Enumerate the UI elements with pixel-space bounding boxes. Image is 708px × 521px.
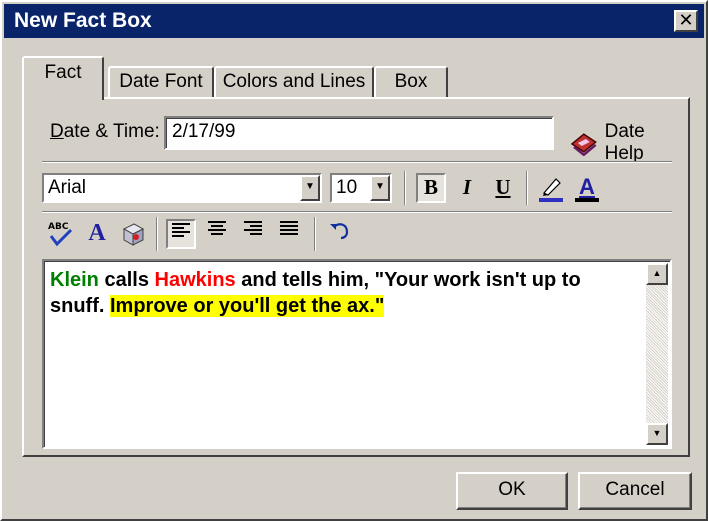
undo-button[interactable] [324, 219, 354, 249]
font-color-button[interactable]: A [572, 173, 602, 203]
font-color-glyph: A [579, 174, 595, 199]
justify-icon [280, 221, 298, 235]
name-hawkins: Hawkins [154, 269, 236, 291]
new-fact-box-dialog: New Fact Box ✕ Fact Date Font Colors and… [0, 0, 708, 521]
tab-colors-and-lines[interactable]: Colors and Lines [214, 66, 374, 98]
date-help-label: Date Help [604, 121, 645, 164]
font-size-value: 10 [336, 177, 358, 198]
highlighted-text: Improve or you'll get the ax." [110, 295, 385, 317]
paint-box-icon [122, 223, 145, 246]
scroll-down-icon[interactable]: ▼ [646, 423, 668, 445]
justify-button[interactable] [274, 219, 304, 249]
toolbar-separator [526, 171, 528, 205]
window-title: New Fact Box [14, 9, 152, 32]
toolbar-separator [156, 217, 158, 251]
spell-check-icon: ABC [48, 222, 73, 247]
underline-button[interactable]: U [488, 173, 518, 203]
toolbar-separator [404, 171, 406, 205]
tab-date-font[interactable]: Date Font [108, 66, 214, 98]
svg-text:ABC: ABC [48, 222, 69, 232]
font-name-value: Arial [48, 177, 87, 198]
undo-icon [330, 223, 349, 240]
highlighter-icon [539, 178, 563, 202]
text-segment: calls [98, 269, 155, 291]
align-center-button[interactable] [202, 219, 232, 249]
font-size-dropdown[interactable]: 10 ▼ [330, 173, 392, 203]
spell-check-button[interactable]: ABC [46, 219, 76, 249]
align-left-button[interactable] [166, 219, 196, 249]
italic-button[interactable]: I [452, 173, 482, 203]
chevron-down-icon[interactable]: ▼ [300, 175, 320, 201]
close-icon[interactable]: ✕ [674, 10, 698, 32]
font-button[interactable]: A [82, 219, 112, 249]
fact-text-editor[interactable]: Klein calls Hawkins and tells him, "Your… [42, 259, 672, 449]
fact-panel: Date & Time: 2/17/99 Date Help Arial ▼ 1… [22, 97, 690, 457]
title-bar: New Fact Box ✕ [4, 4, 704, 38]
divider [42, 211, 672, 213]
vertical-scrollbar[interactable]: ▲ ▼ [646, 263, 668, 445]
date-help-button[interactable]: Date Help [569, 121, 688, 165]
box-style-button[interactable] [118, 219, 148, 249]
align-center-icon [208, 221, 226, 235]
date-time-field[interactable]: 2/17/99 [164, 116, 554, 150]
fact-text[interactable]: Klein calls Hawkins and tells him, "Your… [50, 267, 640, 319]
tab-box[interactable]: Box [374, 66, 448, 98]
align-right-button[interactable] [238, 219, 268, 249]
cancel-button[interactable]: Cancel [578, 472, 692, 510]
scroll-up-icon[interactable]: ▲ [646, 263, 668, 285]
color-swatch [575, 198, 599, 202]
align-left-icon [172, 223, 190, 237]
align-right-icon [244, 221, 262, 235]
date-time-label: Date & Time: [50, 121, 160, 142]
font-name-dropdown[interactable]: Arial ▼ [42, 173, 322, 203]
ok-button[interactable]: OK [456, 472, 568, 510]
name-klein: Klein [50, 269, 99, 291]
highlight-button[interactable] [536, 173, 566, 203]
book-icon [570, 133, 597, 156]
bold-button[interactable]: B [416, 173, 446, 203]
tab-fact[interactable]: Fact [22, 56, 104, 100]
toolbar-separator [314, 217, 316, 251]
divider [42, 161, 672, 163]
chevron-down-icon[interactable]: ▼ [370, 175, 390, 201]
